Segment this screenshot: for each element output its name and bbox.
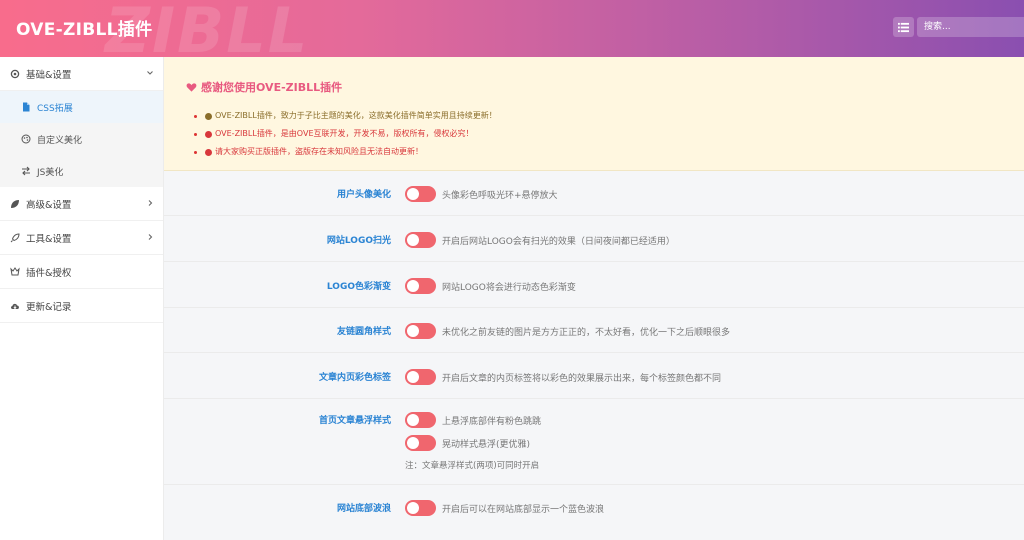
setting-description: 未优化之前友链的图片是方方正正的，不太好看，优化一下之后顺眼很多 [442,327,731,338]
notice-list: OVE-ZIBLL插件，致力于子比主题的美化，这款美化插件简单实用且持续更新！ … [194,107,497,161]
setting-row: 友链圆角样式 未优化之前友链的图片是方方正正的，不太好看，优化一下之后顺眼很多 [164,308,1024,353]
setting-option: 开启后文章的内页标签将以彩色的效果展示出来，每个标签颜色都不同 [405,369,721,385]
chevron-down-icon [147,71,153,75]
setting-note: 注：文章悬浮样式(两项)可同时开启 [405,461,540,471]
setting-description: 开启后可以在网站底部显示一个蓝色波浪 [442,504,605,515]
setting-label: 网站底部波浪 [336,504,391,514]
setting-row: 用户头像美化 头像彩色呼吸光环+悬停放大 [164,171,1024,216]
setting-row: 网站LOGO扫光 开启后网站LOGO会有扫光的效果（日间夜间都已经适用） [164,216,1024,262]
info-circle-icon [205,130,212,138]
setting-label: 文章内页彩色标签 [318,373,391,383]
info-circle-icon [205,112,212,120]
notice-panel: 感谢您使用OVE-ZIBLL插件 OVE-ZIBLL插件，致力于子比主题的美化，… [164,57,1024,171]
menu-toggle-button[interactable] [893,17,914,37]
setting-label: 首页文章悬浮样式 [318,416,391,426]
chevron-right-icon [148,234,153,240]
sidebar-item-update-log[interactable]: 更新&记录 [0,289,163,323]
toggle-switch[interactable] [405,232,436,248]
toggle-switch[interactable] [405,278,436,294]
setting-option: 开启后可以在网站底部显示一个蓝色波浪 [405,500,604,516]
setting-option: 晃动样式悬浮(更优雅) [405,435,530,451]
sidebar-item-label: 高级&设置 [26,199,72,211]
toggle-switch[interactable] [405,323,436,339]
setting-option: 头像彩色呼吸光环+悬停放大 [405,186,558,202]
key-icon [9,266,20,277]
notice-line: OVE-ZIBLL插件，致力于子比主题的美化，这款美化插件简单实用且持续更新！ [194,107,497,125]
setting-label: LOGO色彩渐变 [326,282,391,292]
setting-description: 晃动样式悬浮(更优雅) [442,439,531,450]
list-icon [898,22,909,32]
setting-label: 友链圆角样式 [336,327,391,337]
exchange-icon [20,166,31,177]
search-input[interactable] [917,17,1024,37]
setting-option: 未优化之前友链的图片是方方正正的，不太好看，优化一下之后顺眼很多 [405,323,730,339]
notice-line: OVE-ZIBLL插件，是由OVE互联开发，开发不易，版权所有，侵权必究！ [194,125,497,143]
sidebar-item-label: 基础&设置 [26,69,72,81]
sidebar-subitem-label: 自定义美化 [37,135,83,146]
setting-label: 用户头像美化 [336,190,391,200]
sidebar-submenu: CSS拓展 自定义美化 JS美化 [0,91,163,187]
sidebar: 基础&设置 CSS拓展 自定义美化 JS美化 高级&设置 工具&设置 插件&授权… [0,57,164,540]
setting-row: 文章内页彩色标签 开启后文章的内页标签将以彩色的效果展示出来，每个标签颜色都不同 [164,353,1024,399]
file-icon [20,102,31,113]
palette-icon [20,134,31,145]
sidebar-item-label: 插件&授权 [26,267,72,279]
sidebar-item-tool-settings[interactable]: 工具&设置 [0,221,163,255]
sidebar-subitem-label: JS美化 [37,167,64,178]
sidebar-item-label: 工具&设置 [26,233,72,245]
setting-description: 头像彩色呼吸光环+悬停放大 [442,190,558,201]
setting-option: 上悬浮底部伴有粉色跳跳 [405,412,541,428]
toggle-switch[interactable] [405,412,436,428]
sidebar-item-advanced-settings[interactable]: 高级&设置 [0,187,163,221]
setting-description: 网站LOGO将会进行动态色彩渐变 [442,282,576,293]
cloud-download-icon [9,300,20,311]
rocket-icon [9,232,20,243]
heart-icon [186,82,197,92]
gear-icon [9,68,20,79]
toggle-switch[interactable] [405,435,436,451]
notice-line: 请大家购买正版插件，盗版存在未知风险且无法自动更新！ [194,143,497,161]
toggle-switch[interactable] [405,186,436,202]
app-title: OVE-ZIBLL插件 [16,20,153,40]
setting-description: 开启后文章的内页标签将以彩色的效果展示出来，每个标签颜色都不同 [442,373,722,384]
info-circle-icon [205,148,212,156]
leaf-icon [9,198,20,209]
toggle-switch[interactable] [405,500,436,516]
setting-row: 首页文章悬浮样式 上悬浮底部伴有粉色跳跳 晃动样式悬浮(更优雅) 注：文章悬浮样… [164,399,1024,485]
setting-label: 网站LOGO扫光 [326,236,391,246]
setting-option: 网站LOGO将会进行动态色彩渐变 [405,278,576,294]
notice-title-text: 感谢您使用OVE-ZIBLL插件 [201,81,343,94]
sidebar-subitem-css[interactable]: CSS拓展 [0,91,163,123]
settings-list: 用户头像美化 头像彩色呼吸光环+悬停放大 网站LOGO扫光 开启后网站LOGO会… [164,171,1024,529]
sidebar-subitem-js[interactable]: JS美化 [0,155,163,187]
top-header: ZIBLL OVE-ZIBLL插件 [0,0,1024,57]
setting-row: LOGO色彩渐变 网站LOGO将会进行动态色彩渐变 [164,262,1024,308]
main-content: 感谢您使用OVE-ZIBLL插件 OVE-ZIBLL插件，致力于子比主题的美化，… [164,57,1024,540]
notice-title: 感谢您使用OVE-ZIBLL插件 [186,79,342,95]
setting-row: 网站底部波浪 开启后可以在网站底部显示一个蓝色波浪 [164,485,1024,529]
sidebar-subitem-label: CSS拓展 [37,103,73,114]
sidebar-subitem-custom-style[interactable]: 自定义美化 [0,123,163,155]
sidebar-item-basic-settings[interactable]: 基础&设置 [0,57,163,91]
toggle-switch[interactable] [405,369,436,385]
setting-option: 开启后网站LOGO会有扫光的效果（日间夜间都已经适用） [405,232,675,248]
sidebar-item-plugin-license[interactable]: 插件&授权 [0,255,163,289]
chevron-right-icon [148,200,153,206]
setting-description: 开启后网站LOGO会有扫光的效果（日间夜间都已经适用） [442,236,675,247]
sidebar-item-label: 更新&记录 [26,301,72,313]
setting-description: 上悬浮底部伴有粉色跳跳 [442,416,542,427]
